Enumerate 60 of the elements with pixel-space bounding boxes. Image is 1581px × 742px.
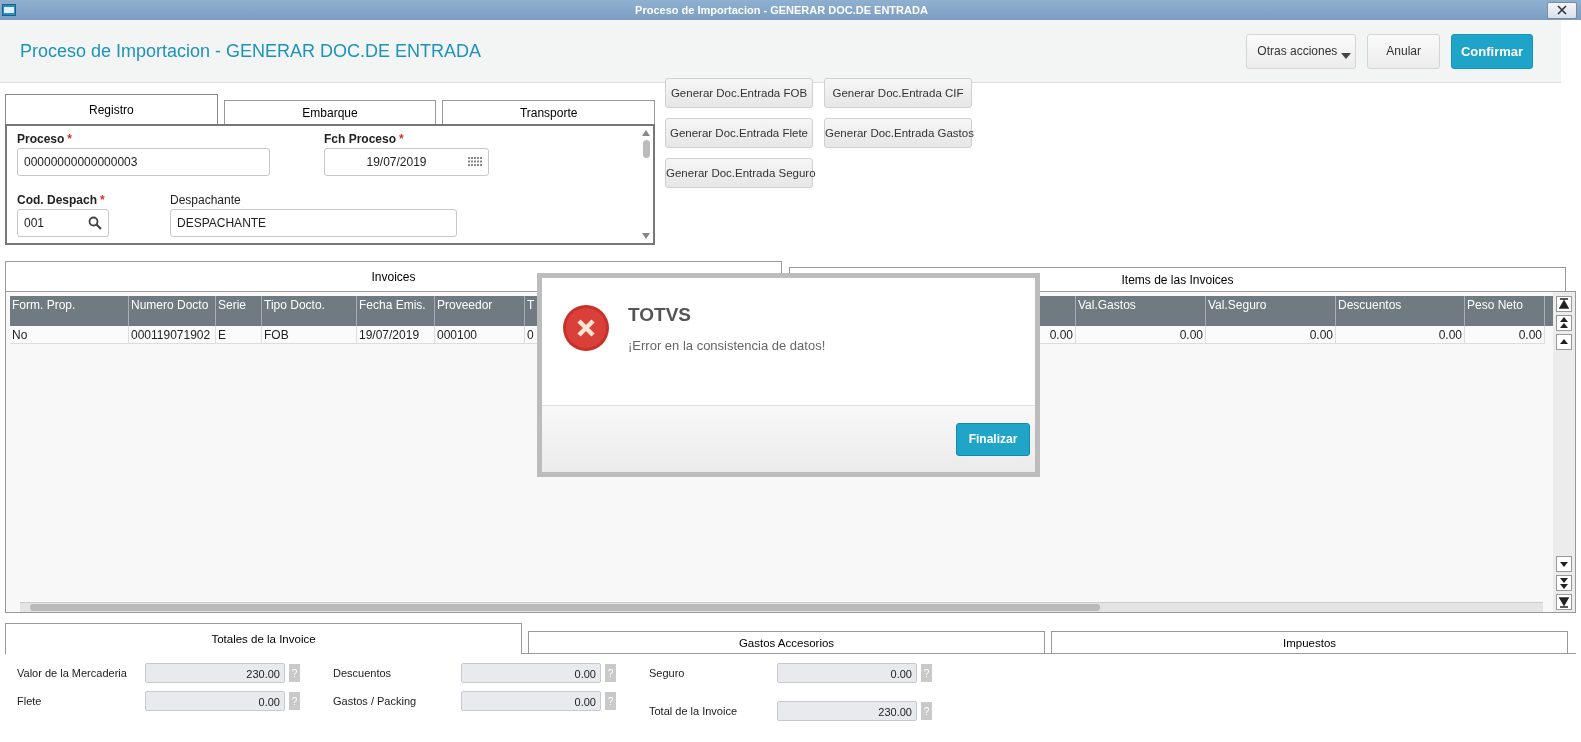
tab[interactable]: Registro: [5, 94, 218, 124]
input-field[interactable]: 001: [17, 208, 109, 237]
input-field: 0.00: [145, 691, 285, 711]
window-title: Proceso de Importacion - GENERAR DOC.DE ENTRADA: [634, 4, 929, 16]
search-icon[interactable]: [88, 215, 102, 230]
table-cell: 000100: [435, 326, 525, 344]
field-label: Cod. Despach *: [17, 192, 105, 207]
error-message: ¡Error en la consistencia de datos!: [628, 338, 826, 353]
caret-icon[interactable]: [1341, 52, 1352, 59]
field-label: Valor de la Mercaderia: [17, 667, 128, 679]
field-label: Proceso *: [17, 132, 73, 146]
input-field[interactable]: 00000000000000003: [17, 148, 270, 176]
generate-button[interactable]: Generar Doc.Entrada Gastos: [824, 118, 972, 148]
error-icon: [562, 304, 610, 352]
table-cell: 0.00: [1206, 326, 1336, 344]
scroll-thumb[interactable]: [642, 140, 650, 158]
table-cell: 000119071902: [129, 326, 216, 344]
table-cell: FOB: [262, 326, 357, 344]
tab[interactable]: Impuestos: [1051, 631, 1568, 653]
calendar-icon[interactable]: [468, 157, 482, 167]
last-record-icon[interactable]: [1556, 594, 1572, 610]
table-cell: 19/07/2019: [357, 326, 435, 344]
page-title: Proceso de Importacion - GENERAR DOC.DE ENTRADA: [20, 40, 482, 62]
generate-button[interactable]: Generar Doc.Entrada CIF: [824, 78, 972, 108]
input-field[interactable]: 19/07/2019: [324, 148, 489, 176]
generate-button[interactable]: Generar Doc.Entrada Flete: [665, 118, 813, 148]
page-down-icon[interactable]: [1556, 575, 1572, 591]
tab[interactable]: Totales de la Invoice: [5, 623, 522, 654]
generate-button[interactable]: Generar Doc.Entrada Seguro: [665, 158, 813, 188]
input-field: 0.00: [461, 691, 601, 711]
cancel-button[interactable]: Anular: [1367, 33, 1440, 69]
close-icon[interactable]: [1557, 5, 1567, 15]
tab[interactable]: Embarque: [223, 100, 437, 124]
generate-button[interactable]: Generar Doc.Entrada FOB: [665, 78, 813, 108]
first-record-icon[interactable]: [1556, 296, 1572, 312]
input-field[interactable]: DESPACHANTE: [170, 208, 457, 237]
field-label: Gastos / Packing: [333, 695, 418, 707]
input-field: 230.00: [145, 663, 285, 683]
dialog-title: TOTVS: [628, 304, 692, 326]
field-label: Flete: [17, 695, 43, 707]
field-label: Despachante: [170, 192, 241, 207]
table-cell: 0.00: [1076, 326, 1206, 344]
input-field: 230.00: [777, 701, 917, 721]
table-cell: E: [216, 326, 262, 344]
table-cell: No: [10, 326, 129, 344]
field-label: Descuentos: [333, 667, 393, 679]
dropdown-button[interactable]: Otras acciones: [1246, 33, 1357, 69]
table-cell: 0.00: [1465, 326, 1545, 344]
table-cell: 0.00: [1336, 326, 1465, 344]
field-label: Seguro: [649, 667, 686, 679]
input-field: 0.00: [461, 663, 601, 683]
tab[interactable]: Gastos Accesorios: [528, 631, 1045, 653]
input-field: 0.00: [777, 663, 917, 683]
page-up-icon[interactable]: [1556, 315, 1572, 331]
scrollbar[interactable]: [20, 602, 1543, 612]
field-label: Fch Proceso *: [324, 132, 404, 146]
field-label: Total de la Invoice: [649, 705, 739, 717]
tab[interactable]: Transporte: [442, 100, 655, 124]
app-icon: [2, 4, 16, 16]
close-button[interactable]: [1547, 1, 1577, 19]
